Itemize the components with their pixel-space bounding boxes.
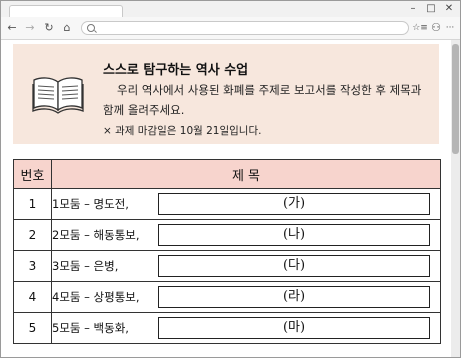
- group-topic-label: 4모둠 – 상평통보,: [52, 290, 140, 304]
- table-row: 2 2모둠 – 해동통보, (나): [13, 219, 441, 251]
- forward-button[interactable]: →: [23, 20, 37, 36]
- row-number: 3: [13, 250, 52, 282]
- group-topic-label: 1모둠 – 명도전,: [52, 197, 129, 211]
- title-blank-box: (마): [158, 317, 430, 339]
- row-title-cell: 1모둠 – 명도전, (가): [51, 188, 441, 220]
- banner-title: 스스로 탐구하는 역사 수업: [103, 63, 249, 78]
- title-blank-box: (라): [158, 286, 430, 308]
- title-bar: – □ ✕: [1, 1, 460, 18]
- row-title-cell: 4모둠 – 상평통보, (라): [51, 281, 441, 313]
- browser-window: – □ ✕ ← → ↻ ⌂ ☆≡ ⚇ ··· 스스로 탐구하는 역사 수업 우리…: [0, 0, 461, 358]
- scrollbar-thumb[interactable]: [452, 44, 459, 154]
- table-header-row: 번호 제 목: [13, 159, 441, 189]
- table-row: 4 4모둠 – 상평통보, (라): [13, 281, 441, 313]
- report-table: 번호 제 목 1 1모둠 – 명도전, (가) 2 2모둠 – 해동통보, (나…: [13, 159, 441, 344]
- minimize-button[interactable]: –: [405, 2, 421, 16]
- open-book-icon: [32, 77, 84, 114]
- title-blank-box: (나): [158, 224, 430, 246]
- row-number: 2: [13, 219, 52, 251]
- address-bar[interactable]: [81, 21, 409, 35]
- assignment-banner: 스스로 탐구하는 역사 수업 우리 역사에서 사용된 화폐를 주제로 보고서를 …: [13, 44, 439, 144]
- group-topic-label: 3모둠 – 은병,: [52, 259, 119, 273]
- title-blank-box: (가): [158, 193, 430, 215]
- row-title-cell: 3모둠 – 은병, (다): [51, 250, 441, 282]
- close-button[interactable]: ✕: [441, 2, 457, 16]
- vertical-scrollbar[interactable]: [451, 40, 460, 357]
- row-number: 1: [13, 188, 52, 220]
- row-title-cell: 5모둠 – 백동화, (마): [51, 312, 441, 344]
- group-topic-label: 5모둠 – 백동화,: [52, 321, 129, 335]
- back-button[interactable]: ←: [5, 20, 19, 36]
- table-row: 5 5모둠 – 백동화, (마): [13, 312, 441, 344]
- page-content: 스스로 탐구하는 역사 수업 우리 역사에서 사용된 화폐를 주제로 보고서를 …: [1, 40, 451, 357]
- row-number: 4: [13, 281, 52, 313]
- more-menu-button[interactable]: ···: [443, 20, 457, 36]
- title-blank-box: (다): [158, 255, 430, 277]
- home-button[interactable]: ⌂: [60, 20, 74, 36]
- account-button[interactable]: ⚇: [429, 20, 443, 36]
- banner-instructions: 우리 역사에서 사용된 화폐를 주제로 보고서를 작성한 후 제목과 함께 올려…: [103, 83, 422, 117]
- table-row: 3 3모둠 – 은병, (다): [13, 250, 441, 282]
- header-title: 제 목: [51, 159, 441, 189]
- header-number: 번호: [13, 159, 52, 189]
- row-title-cell: 2모둠 – 해동통보, (나): [51, 219, 441, 251]
- search-icon: [87, 24, 95, 32]
- row-number: 5: [13, 312, 52, 344]
- favorites-button[interactable]: ☆≡: [410, 20, 430, 36]
- group-topic-label: 2모둠 – 해동통보,: [52, 228, 140, 242]
- navigation-bar: ← → ↻ ⌂ ☆≡ ⚇ ···: [1, 17, 460, 40]
- deadline-note: × 과제 마감일은 10월 21일입니다.: [103, 125, 262, 137]
- table-row: 1 1모둠 – 명도전, (가): [13, 188, 441, 220]
- reload-button[interactable]: ↻: [42, 20, 56, 36]
- maximize-button[interactable]: □: [423, 2, 439, 16]
